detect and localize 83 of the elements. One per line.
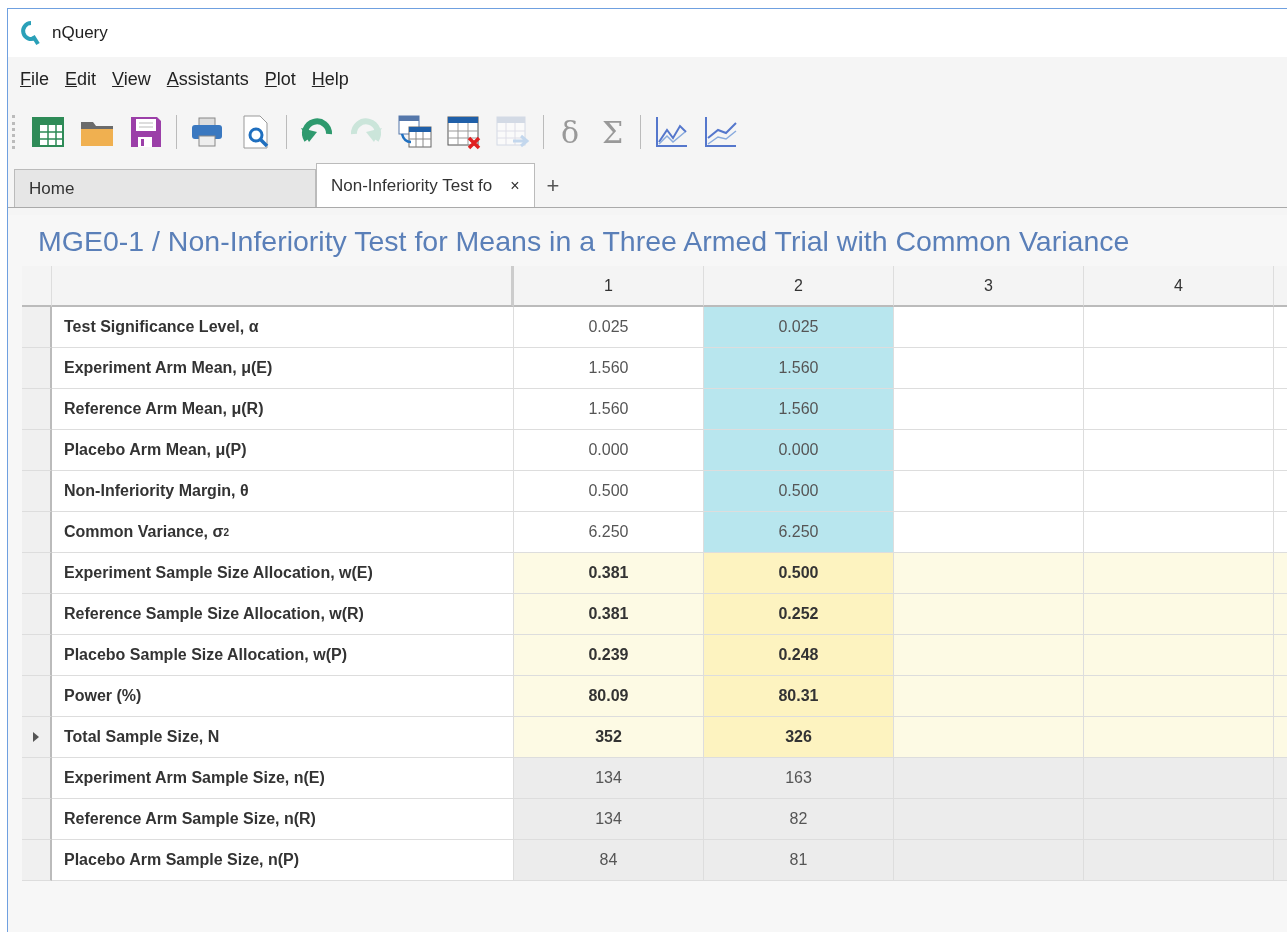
table-cell[interactable] xyxy=(894,758,1084,799)
table-cell[interactable]: 0.000 xyxy=(704,430,894,471)
menu-item[interactable]: Edit xyxy=(65,68,97,90)
add-tab-button[interactable]: + xyxy=(534,173,572,207)
table-cell[interactable] xyxy=(1084,676,1274,717)
row-label: Reference Sample Size Allocation, w(R) xyxy=(52,594,514,635)
row-label: Total Sample Size, N xyxy=(52,717,514,758)
table-cell[interactable] xyxy=(1084,840,1274,881)
row-label: Reference Arm Sample Size, n(R) xyxy=(52,799,514,840)
table-cell[interactable]: 82 xyxy=(704,799,894,840)
table-cell[interactable]: 326 xyxy=(704,717,894,758)
tab-label: Non-Inferiority Test fo xyxy=(331,175,493,196)
row-label: Non-Inferiority Margin, θ xyxy=(52,471,514,512)
row-label: Test Significance Level, α xyxy=(52,307,514,348)
table-cell[interactable] xyxy=(894,348,1084,389)
row-label: Placebo Arm Mean, μ(P) xyxy=(52,430,514,471)
table-cell[interactable]: 163 xyxy=(704,758,894,799)
table-cell[interactable] xyxy=(1084,471,1274,512)
row-label: Reference Arm Mean, μ(R) xyxy=(52,389,514,430)
table-cell[interactable]: 0.381 xyxy=(514,594,704,635)
table-cell[interactable] xyxy=(1084,553,1274,594)
row-header[interactable] xyxy=(22,717,52,758)
tab[interactable]: Home xyxy=(14,169,316,207)
column-header[interactable]: 1 xyxy=(514,266,704,307)
table-cell[interactable] xyxy=(894,594,1084,635)
table-cell[interactable] xyxy=(894,471,1084,512)
table-cell[interactable] xyxy=(1084,348,1274,389)
menu-item[interactable]: Help xyxy=(311,68,349,90)
row-label: Experiment Sample Size Allocation, w(E) xyxy=(52,553,514,594)
table-cell[interactable]: 1.560 xyxy=(704,348,894,389)
tab[interactable]: Non-Inferiority Test fo × xyxy=(316,163,535,207)
table-delete-icon[interactable] xyxy=(445,113,483,151)
table-cell[interactable]: 0.252 xyxy=(704,594,894,635)
table-cell[interactable] xyxy=(894,676,1084,717)
table-cell[interactable]: 0.239 xyxy=(514,635,704,676)
table-cell[interactable]: 80.09 xyxy=(514,676,704,717)
table-cell[interactable] xyxy=(1084,758,1274,799)
table-cell[interactable]: 0.500 xyxy=(704,471,894,512)
table-cell[interactable]: 134 xyxy=(514,799,704,840)
table-cell[interactable] xyxy=(894,717,1084,758)
table-cell[interactable]: 81 xyxy=(704,840,894,881)
table-cell[interactable]: 134 xyxy=(514,758,704,799)
table-cell[interactable]: 6.250 xyxy=(704,512,894,553)
window-title: nQuery xyxy=(52,23,108,43)
table-cell[interactable] xyxy=(1084,430,1274,471)
column-header[interactable]: 2 xyxy=(704,266,894,307)
table-cell[interactable]: 0.025 xyxy=(704,307,894,348)
panel-title: MGE0-1 / Non-Inferiority Test for Means in a Three Armed Trial with Common Variance xyxy=(37,224,1131,259)
app-logo-icon xyxy=(20,20,42,46)
table-cell[interactable] xyxy=(894,553,1084,594)
table-cell[interactable] xyxy=(894,840,1084,881)
table-cell[interactable] xyxy=(1084,717,1274,758)
table-cell[interactable]: 80.31 xyxy=(704,676,894,717)
menu-item[interactable]: View xyxy=(112,68,151,90)
table-cell[interactable] xyxy=(894,389,1084,430)
menu-item[interactable]: Plot xyxy=(264,68,296,90)
table-cell[interactable]: 0.500 xyxy=(704,553,894,594)
column-header[interactable]: 3 xyxy=(894,266,1084,307)
table-cell[interactable] xyxy=(894,430,1084,471)
menu-item[interactable]: File xyxy=(20,68,49,90)
table-cell[interactable]: 0.381 xyxy=(514,553,704,594)
table-insert-icon[interactable] xyxy=(396,113,434,151)
table-cell[interactable] xyxy=(894,307,1084,348)
menu-item[interactable]: Assistants xyxy=(166,68,249,90)
table-cell[interactable] xyxy=(1084,594,1274,635)
table-cell[interactable]: 0.248 xyxy=(704,635,894,676)
current-row-icon xyxy=(33,732,39,742)
table-cell[interactable] xyxy=(894,635,1084,676)
table-cell[interactable]: 84 xyxy=(514,840,704,881)
close-tab-button[interactable]: × xyxy=(510,176,520,195)
table-cell[interactable] xyxy=(1084,307,1274,348)
row-label: Experiment Arm Sample Size, n(E) xyxy=(52,758,514,799)
table-cell[interactable]: 1.560 xyxy=(704,389,894,430)
row-label: Experiment Arm Mean, μ(E) xyxy=(52,348,514,389)
table-cell[interactable]: 352 xyxy=(514,717,704,758)
row-label: Placebo Sample Size Allocation, w(P) xyxy=(52,635,514,676)
column-header[interactable]: 4 xyxy=(1084,266,1274,307)
table-cell[interactable] xyxy=(1084,389,1274,430)
column-header[interactable] xyxy=(52,266,514,307)
row-label: Placebo Arm Sample Size, n(P) xyxy=(52,840,514,881)
tab-label: Home xyxy=(29,178,75,199)
table-cell[interactable] xyxy=(1084,635,1274,676)
row-label: Power (%) xyxy=(52,676,514,717)
